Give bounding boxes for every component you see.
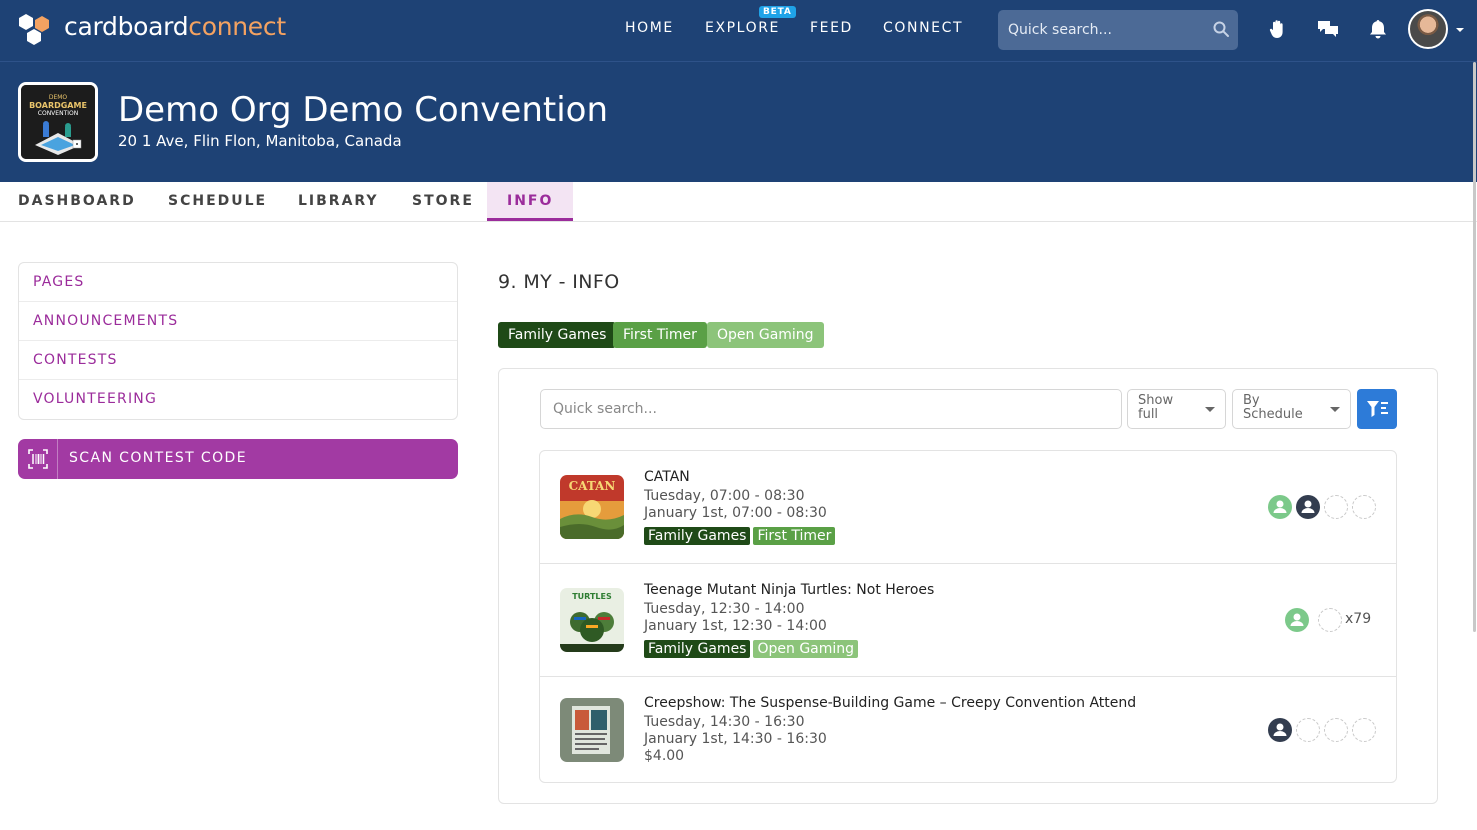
top-navbar: cardboardconnect HOME EXPLORE BETA FEED … bbox=[0, 0, 1477, 62]
event-date: January 1st, 07:00 - 08:30 bbox=[644, 505, 827, 521]
chevron-down-icon bbox=[1330, 407, 1340, 412]
attendee-slot-empty[interactable] bbox=[1318, 608, 1342, 632]
event-title[interactable]: Teenage Mutant Ninja Turtles: Not Heroes bbox=[644, 582, 934, 598]
page-scrollbar[interactable] bbox=[1473, 62, 1476, 632]
user-icon bbox=[1273, 723, 1287, 736]
catan-box-art-icon: CATAN bbox=[560, 475, 624, 539]
logo-line-2: BOARDGAME bbox=[29, 101, 87, 110]
attendee-slot-empty[interactable] bbox=[1352, 718, 1376, 742]
wave-icon[interactable] bbox=[1267, 18, 1289, 40]
creepshow-box-art-icon bbox=[560, 698, 624, 762]
event-time: Tuesday, 12:30 - 14:00 bbox=[644, 601, 805, 617]
event-search-input[interactable] bbox=[540, 389, 1122, 429]
page-title: 9. MY - INFO bbox=[498, 271, 620, 293]
event-row[interactable]: Creepshow: The Suspense-Building Game – … bbox=[540, 677, 1396, 782]
cardboardconnect-logo-icon[interactable] bbox=[16, 12, 52, 48]
org-title: Demo Org Demo Convention bbox=[118, 90, 608, 130]
order-filter-line-2: Schedule bbox=[1243, 407, 1303, 422]
bell-icon[interactable] bbox=[1367, 18, 1389, 40]
brand-part-1: cardboard bbox=[64, 12, 189, 41]
event-list: CATAN CATAN Tuesday, 07:00 - 08:30 Janua… bbox=[539, 450, 1397, 783]
user-icon bbox=[1290, 613, 1304, 626]
event-thumbnail-creepshow bbox=[560, 698, 624, 762]
side-item-contests[interactable]: CONTESTS bbox=[19, 341, 457, 380]
brand-part-2: connect bbox=[188, 12, 286, 41]
show-filter-line-1: Show bbox=[1138, 393, 1174, 408]
event-row[interactable]: CATAN CATAN Tuesday, 07:00 - 08:30 Janua… bbox=[540, 451, 1396, 564]
tmnt-box-art-icon: TURTLES bbox=[560, 588, 624, 652]
chevron-down-icon bbox=[1205, 407, 1215, 412]
scan-contest-code-button[interactable]: SCAN CONTEST CODE bbox=[18, 439, 458, 479]
event-thumbnail-catan: CATAN bbox=[560, 475, 624, 539]
scan-icon bbox=[28, 449, 48, 469]
attendee-slot-empty[interactable] bbox=[1296, 718, 1320, 742]
search-icon[interactable] bbox=[1212, 20, 1230, 38]
tag-family-games: Family Games bbox=[644, 527, 751, 545]
event-date: January 1st, 12:30 - 14:00 bbox=[644, 618, 827, 634]
tab-library[interactable]: LIBRARY bbox=[298, 182, 379, 221]
chip-open-gaming[interactable]: Open Gaming bbox=[707, 322, 824, 348]
scan-button-label: SCAN CONTEST CODE bbox=[69, 450, 247, 466]
nav-explore[interactable]: EXPLORE bbox=[705, 20, 780, 36]
side-item-pages[interactable]: PAGES bbox=[19, 263, 457, 302]
chip-first-timer[interactable]: First Timer bbox=[613, 322, 707, 348]
attendee-slot-self[interactable] bbox=[1268, 718, 1292, 742]
nav-feed[interactable]: FEED bbox=[810, 20, 853, 36]
show-filter-line-2: full bbox=[1138, 407, 1159, 422]
event-date: January 1st, 14:30 - 16:30 bbox=[644, 731, 827, 747]
event-thumbnail-tmnt: TURTLES bbox=[560, 588, 624, 652]
attendee-slot-empty[interactable] bbox=[1324, 495, 1348, 519]
event-time: Tuesday, 14:30 - 16:30 bbox=[644, 714, 805, 730]
tmnt-logo-text: TURTLES bbox=[572, 592, 612, 601]
beta-badge: BETA bbox=[759, 6, 796, 18]
chat-icon[interactable] bbox=[1317, 18, 1339, 40]
catan-logo-text: CATAN bbox=[569, 479, 616, 493]
info-side-menu: PAGES ANNOUNCEMENTS CONTESTS VOLUNTEERIN… bbox=[18, 262, 458, 420]
event-tags: Family Games First Timer bbox=[644, 525, 838, 545]
user-icon bbox=[1273, 500, 1287, 513]
order-filter-line-1: By bbox=[1243, 393, 1260, 408]
filter-icon bbox=[1367, 401, 1388, 417]
event-title[interactable]: Creepshow: The Suspense-Building Game – … bbox=[644, 695, 1136, 711]
attendee-slot-filled[interactable] bbox=[1268, 495, 1292, 519]
tab-store[interactable]: STORE bbox=[412, 182, 474, 221]
event-row[interactable]: TURTLES Teenage Mutant Ninja Turtles: No… bbox=[540, 564, 1396, 677]
brand-name[interactable]: cardboardconnect bbox=[64, 12, 286, 41]
top-search-input[interactable] bbox=[998, 10, 1238, 50]
boardgame-convention-logo-icon: DEMO BOARDGAME CONVENTION bbox=[21, 85, 95, 159]
event-tags: Family Games Open Gaming bbox=[644, 638, 861, 658]
attendee-slot-empty[interactable] bbox=[1324, 718, 1348, 742]
org-logo: DEMO BOARDGAME CONVENTION bbox=[18, 82, 98, 162]
logo-line-1: DEMO bbox=[49, 94, 68, 101]
order-filter-dropdown[interactable]: By Schedule bbox=[1232, 389, 1351, 429]
side-item-announcements[interactable]: ANNOUNCEMENTS bbox=[19, 302, 457, 341]
event-time: Tuesday, 07:00 - 08:30 bbox=[644, 488, 805, 504]
nav-home[interactable]: HOME bbox=[625, 20, 674, 36]
user-icon bbox=[1301, 500, 1315, 513]
user-avatar[interactable] bbox=[1408, 9, 1448, 49]
tag-open-gaming: Open Gaming bbox=[753, 640, 859, 658]
tag-first-timer: First Timer bbox=[753, 527, 836, 545]
tab-schedule[interactable]: SCHEDULE bbox=[168, 182, 267, 221]
attendee-slot-self[interactable] bbox=[1296, 495, 1320, 519]
show-filter-dropdown[interactable]: Show full bbox=[1127, 389, 1226, 429]
chevron-down-icon[interactable] bbox=[1455, 26, 1465, 34]
side-item-volunteering[interactable]: VOLUNTEERING bbox=[19, 380, 457, 419]
org-address: 20 1 Ave, Flin Flon, Manitoba, Canada bbox=[118, 132, 402, 150]
convention-tabs: DASHBOARD SCHEDULE LIBRARY STORE INFO bbox=[0, 182, 1477, 222]
remaining-slots-count: x79 bbox=[1345, 611, 1372, 627]
logo-line-3: CONVENTION bbox=[38, 110, 78, 117]
attendee-slot-empty[interactable] bbox=[1352, 495, 1376, 519]
nav-connect[interactable]: CONNECT bbox=[883, 20, 963, 36]
tab-info[interactable]: INFO bbox=[487, 182, 574, 221]
attendee-slot-filled[interactable] bbox=[1285, 608, 1309, 632]
advanced-filter-button[interactable] bbox=[1357, 389, 1397, 429]
chip-family-games[interactable]: Family Games bbox=[498, 322, 617, 348]
tag-family-games: Family Games bbox=[644, 640, 751, 658]
scan-icon-container bbox=[18, 439, 58, 479]
event-price: $4.00 bbox=[644, 748, 685, 764]
org-header: DEMO BOARDGAME CONVENTION Demo Org Demo … bbox=[0, 62, 1477, 182]
event-title[interactable]: CATAN bbox=[644, 469, 690, 485]
tab-dashboard[interactable]: DASHBOARD bbox=[18, 182, 136, 221]
